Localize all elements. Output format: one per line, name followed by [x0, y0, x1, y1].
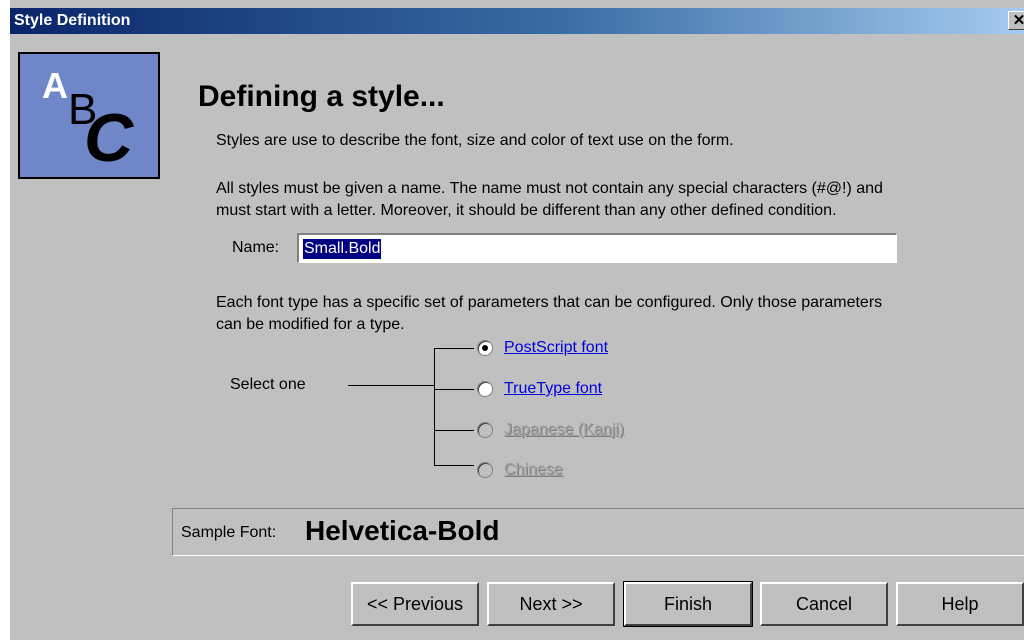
page-heading: Defining a style... — [198, 80, 445, 113]
connector-branch — [434, 348, 474, 349]
sample-font-value: Helvetica-Bold — [305, 515, 500, 546]
truetype-option-label[interactable]: TrueType font — [504, 380, 602, 398]
finish-button[interactable]: Finish — [623, 581, 753, 627]
japanese-option-label: Japanese (Kanji) — [504, 421, 625, 438]
connector-trunk — [434, 348, 435, 465]
truetype-radio[interactable] — [477, 381, 493, 397]
japanese-radio — [477, 422, 493, 438]
help-button[interactable]: Help — [896, 582, 1024, 626]
previous-button[interactable]: << Previous — [351, 582, 479, 626]
connector-branch — [434, 389, 474, 390]
font-help-line-2: can be modified for a type. — [216, 316, 405, 333]
style-name-value: Small.Bold — [303, 239, 382, 259]
connector-branch — [434, 465, 474, 466]
select-one-label: Select one — [230, 376, 306, 393]
window-title: Style Definition — [14, 12, 131, 29]
radio-selected-dot — [482, 345, 488, 351]
sample-font-panel: Sample Font: Helvetica-Bold — [172, 508, 1024, 556]
style-name-input[interactable]: Small.Bold — [297, 233, 897, 263]
name-label: Name: — [232, 239, 280, 256]
postscript-radio[interactable] — [477, 340, 493, 356]
title-bar: Style Definition ✕ — [10, 8, 1024, 34]
postscript-option-label[interactable]: PostScript font — [504, 339, 608, 357]
close-icon: ✕ — [1012, 12, 1024, 29]
chinese-radio — [477, 462, 493, 478]
sample-font-label: Sample Font: — [181, 524, 277, 541]
logo-letter-c: C — [84, 100, 134, 176]
chinese-option-label: Chinese — [504, 461, 563, 478]
next-button[interactable]: Next >> — [487, 582, 615, 626]
name-help-line-1: All styles must be given a name. The nam… — [216, 180, 883, 197]
font-help-line-1: Each font type has a specific set of par… — [216, 294, 883, 311]
connector-line — [348, 385, 434, 386]
logo-letter-a: A — [42, 65, 68, 106]
connector-branch — [434, 430, 474, 431]
cancel-button[interactable]: Cancel — [760, 582, 888, 626]
close-button[interactable]: ✕ — [1008, 11, 1024, 30]
name-help-line-2: must start with a letter. Moreover, it s… — [216, 202, 837, 219]
abc-logo-icon: A B C — [18, 52, 160, 179]
intro-text: Styles are use to describe the font, siz… — [216, 132, 734, 149]
window-left-edge — [0, 0, 10, 640]
